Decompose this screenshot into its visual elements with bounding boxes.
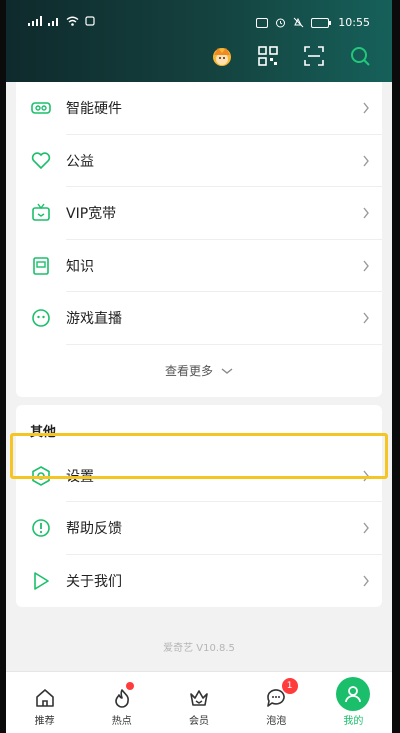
menu-item-charity[interactable]: 公益 — [16, 135, 382, 187]
tab-label: 我的 — [343, 716, 364, 727]
alarm-icon — [276, 18, 286, 28]
battery-icon — [311, 17, 332, 28]
avatar-icon[interactable] — [210, 44, 234, 68]
menu-item-label: 公益 — [66, 153, 94, 170]
status-right: 10:55 — [256, 16, 370, 29]
play-icon — [30, 570, 52, 592]
signal-icon-2 — [48, 18, 58, 26]
toolbar — [210, 44, 372, 68]
nfc-icon — [256, 17, 269, 28]
chevron-right-icon — [363, 155, 369, 167]
menu-item-settings[interactable]: 设置 — [16, 450, 382, 502]
see-more-button[interactable]: 查看更多 — [16, 345, 382, 397]
notification-badge: 1 — [281, 678, 298, 694]
section-title-other: 其他 — [16, 404, 382, 450]
content: 智能硬件 公益 VIP宽带 知识 游戏直播 查看更多 其他 设置 帮助反馈 关于… — [6, 82, 392, 671]
user-icon — [336, 677, 371, 711]
tv-icon — [30, 202, 52, 224]
menu-item-label: 游戏直播 — [66, 311, 122, 328]
help-icon — [30, 517, 52, 539]
menu-item-help-feedback[interactable]: 帮助反馈 — [16, 502, 382, 555]
notification-icon — [85, 16, 95, 26]
home-icon — [35, 689, 54, 707]
menu-item-game-live[interactable]: 游戏直播 — [16, 292, 382, 345]
game-icon — [30, 307, 52, 329]
see-more-label: 查看更多 — [164, 364, 213, 378]
menu-item-label: 智能硬件 — [66, 101, 122, 118]
menu-item-label: 帮助反馈 — [66, 521, 122, 538]
tab-label: 推荐 — [34, 716, 55, 727]
header: 10:55 — [6, 0, 392, 82]
other-card: 设置 帮助反馈 关于我们 — [16, 449, 382, 608]
chevron-right-icon — [363, 102, 369, 114]
menu-item-vip-broadband[interactable]: VIP宽带 — [16, 187, 382, 240]
heart-icon — [30, 150, 52, 172]
status-time: 10:55 — [338, 16, 370, 29]
tab-me[interactable]: 我的 — [315, 672, 392, 733]
status-left — [28, 16, 95, 26]
divider — [66, 343, 382, 345]
tab-bubble[interactable]: 1 泡泡 — [238, 672, 315, 733]
crown-icon — [190, 690, 208, 706]
wifi-icon — [66, 16, 79, 26]
menu-item-label: 设置 — [66, 468, 94, 485]
settings-icon — [30, 465, 52, 487]
app-version: 爱奇艺 V10.8.5 — [163, 643, 235, 654]
menu-item-label: 知识 — [66, 258, 94, 275]
tab-label: 热点 — [111, 716, 132, 727]
signal-icon — [28, 16, 42, 26]
menu-item-label: VIP宽带 — [66, 206, 117, 223]
chevron-right-icon — [363, 522, 369, 534]
vr-headset-icon — [30, 97, 52, 119]
menu-item-knowledge[interactable]: 知识 — [16, 240, 382, 292]
book-icon — [30, 255, 52, 277]
flame-icon — [114, 689, 129, 708]
chevron-right-icon — [363, 207, 369, 219]
scan-icon[interactable] — [302, 44, 326, 68]
menu-item-about-us[interactable]: 关于我们 — [16, 555, 382, 608]
chevron-right-icon — [363, 312, 369, 324]
services-card: 智能硬件 公益 VIP宽带 知识 游戏直播 查看更多 — [16, 82, 382, 397]
tab-recommend[interactable]: 推荐 — [6, 672, 83, 733]
menu-item-label: 关于我们 — [66, 573, 122, 590]
notification-dot — [126, 682, 135, 690]
mute-icon — [293, 17, 304, 28]
chevron-down-icon — [221, 367, 233, 374]
status-bar: 10:55 — [6, 14, 392, 34]
tab-label: 泡泡 — [266, 716, 287, 727]
search-icon[interactable] — [348, 44, 372, 68]
tab-vip[interactable]: 会员 — [160, 672, 237, 733]
chevron-right-icon — [363, 575, 369, 587]
bottom-tab-bar: 推荐 热点 会员 1 泡泡 我的 — [6, 671, 392, 733]
chevron-right-icon — [363, 260, 369, 272]
menu-item-smart-hardware[interactable]: 智能硬件 — [16, 82, 382, 135]
chevron-right-icon — [363, 470, 369, 482]
phone-screen: 10:55 智能硬件 公益 VIP宽带 知识 游戏直播 查看更多 其他 设置 帮… — [0, 0, 400, 733]
qr-code-icon[interactable] — [256, 44, 280, 68]
tab-hot[interactable]: 热点 — [83, 672, 160, 733]
tab-label: 会员 — [189, 716, 209, 727]
